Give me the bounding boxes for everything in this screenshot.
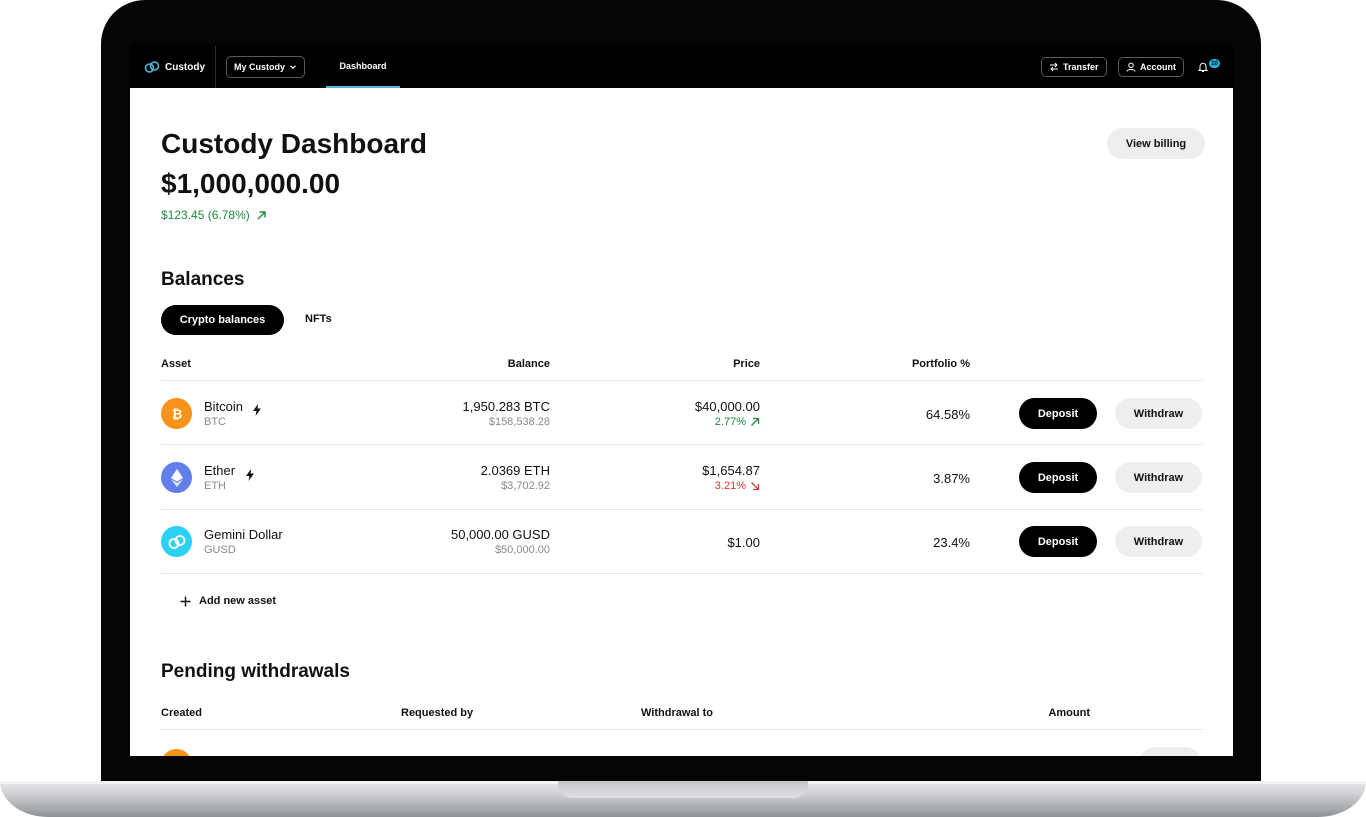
withdraw-button-eth[interactable]: Withdraw bbox=[1115, 462, 1202, 493]
pending-header-divider bbox=[161, 729, 1203, 730]
arrow-up-right-icon bbox=[257, 210, 266, 219]
bitcoin-icon: ₿ bbox=[161, 398, 192, 429]
col-withdrawal-to: Withdrawal to bbox=[641, 707, 714, 719]
portfolio-gusd: 23.4% bbox=[933, 535, 970, 550]
price-btc: $40,000.00 bbox=[694, 399, 760, 414]
col-requested-by: Requested by bbox=[401, 707, 474, 719]
svg-text:₿: ₿ bbox=[171, 407, 182, 422]
deposit-button-gusd[interactable]: Deposit bbox=[1019, 526, 1097, 557]
plus-icon bbox=[180, 596, 191, 606]
view-billing-button[interactable]: View billing bbox=[1107, 128, 1205, 159]
balance-usd-gusd: $50,000.00 bbox=[494, 544, 550, 556]
asset-symbol-eth: ETH bbox=[204, 480, 226, 492]
price-change-btc: 2.77% bbox=[610, 416, 760, 428]
balance-eth: 2.0369 ETH bbox=[480, 463, 550, 478]
tab-nfts[interactable]: NFTs bbox=[305, 313, 332, 325]
account-label: Account bbox=[1140, 62, 1176, 72]
screen: Custody My Custody Dashboard Transfer Ac… bbox=[130, 44, 1233, 756]
col-price: Price bbox=[733, 358, 760, 370]
notification-count-badge: 10 bbox=[1209, 59, 1220, 68]
laptop-notch bbox=[558, 781, 808, 798]
portfolio-eth: 3.87% bbox=[933, 471, 970, 486]
balance-change: $123.45 (6.78%) bbox=[161, 208, 267, 222]
custody-scope-select[interactable]: My Custody bbox=[226, 56, 306, 78]
brand-logo[interactable]: Custody bbox=[144, 59, 205, 75]
col-created: Created bbox=[161, 707, 202, 719]
col-portfolio: Portfolio % bbox=[911, 358, 970, 370]
balances-heading: Balances bbox=[161, 269, 245, 290]
bell-icon bbox=[1197, 62, 1209, 72]
add-new-asset-button[interactable]: Add new asset bbox=[180, 595, 276, 607]
asset-name-ether: Ether bbox=[204, 463, 236, 478]
col-balance: Balance bbox=[507, 358, 550, 370]
col-amount: Amount bbox=[1048, 707, 1090, 719]
balance-btc: 1,950.283 BTC bbox=[462, 399, 550, 414]
row-action-button[interactable] bbox=[1140, 747, 1201, 756]
asset-name-bitcoin: Bitcoin bbox=[204, 399, 244, 414]
transfer-arrows-icon bbox=[1050, 62, 1058, 72]
custody-scope-label: My Custody bbox=[234, 62, 286, 72]
arrow-down-right-icon bbox=[751, 482, 760, 491]
asset-name-gemini-dollar: Gemini Dollar bbox=[204, 527, 283, 542]
deposit-button-eth[interactable]: Deposit bbox=[1019, 462, 1097, 493]
chevron-down-icon bbox=[290, 65, 296, 70]
account-button[interactable]: Account bbox=[1118, 57, 1184, 77]
tab-dashboard-label: Dashboard bbox=[339, 61, 387, 71]
balance-usd-eth: $3,702.92 bbox=[501, 480, 550, 492]
nav-divider bbox=[215, 46, 216, 88]
price-eth: $1,654.87 bbox=[702, 463, 760, 478]
tab-crypto-balances[interactable]: Crypto balances bbox=[161, 305, 284, 335]
bitcoin-icon bbox=[161, 749, 192, 756]
price-change-btc-value: 2.77% bbox=[714, 416, 746, 428]
lightning-icon bbox=[246, 469, 254, 481]
portfolio-btc: 64.58% bbox=[925, 407, 970, 422]
active-tab-indicator bbox=[326, 86, 400, 88]
transfer-button[interactable]: Transfer bbox=[1041, 57, 1107, 77]
deposit-button-btc[interactable]: Deposit bbox=[1019, 398, 1097, 429]
top-nav-bar: Custody My Custody Dashboard Transfer Ac… bbox=[130, 44, 1233, 88]
asset-symbol-btc: BTC bbox=[204, 416, 226, 428]
col-asset: Asset bbox=[161, 358, 191, 370]
row-divider bbox=[161, 444, 1203, 445]
add-new-asset-label: Add new asset bbox=[199, 595, 277, 607]
arrow-up-right-icon bbox=[751, 417, 760, 426]
price-change-eth: 3.21% bbox=[610, 480, 760, 492]
withdraw-button-btc[interactable]: Withdraw bbox=[1115, 398, 1202, 429]
page-title: Custody Dashboard bbox=[161, 128, 428, 159]
withdraw-button-gusd[interactable]: Withdraw bbox=[1115, 526, 1202, 557]
total-balance: $1,000,000.00 bbox=[161, 168, 341, 199]
row-divider bbox=[161, 573, 1203, 574]
price-change-eth-value: 3.21% bbox=[714, 480, 746, 492]
asset-symbol-gusd: GUSD bbox=[204, 544, 236, 556]
tab-dashboard[interactable]: Dashboard bbox=[326, 44, 400, 88]
gemini-dollar-icon bbox=[161, 526, 192, 557]
lightning-icon bbox=[253, 404, 261, 416]
transfer-label: Transfer bbox=[1063, 62, 1099, 72]
balance-usd-btc: $158,538.28 bbox=[488, 416, 550, 428]
price-gusd: $1.00 bbox=[727, 535, 760, 550]
balance-gusd: 50,000.00 GUSD bbox=[450, 527, 550, 542]
table-header-divider bbox=[161, 380, 1203, 381]
row-divider bbox=[161, 509, 1203, 510]
ether-icon bbox=[161, 462, 192, 493]
pending-withdrawals-heading: Pending withdrawals bbox=[161, 661, 350, 682]
gemini-logo-icon bbox=[144, 61, 160, 73]
user-icon bbox=[1126, 62, 1136, 72]
brand-name: Custody bbox=[165, 61, 205, 73]
balance-change-value: $123.45 (6.78%) bbox=[161, 208, 250, 222]
